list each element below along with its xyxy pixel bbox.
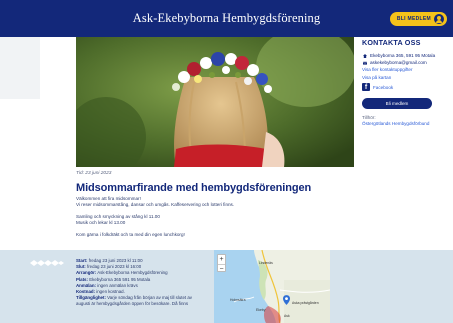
facebook-icon: f — [362, 83, 370, 91]
member-button-label: BLI MEDLEM — [396, 16, 431, 22]
article: Tid: 23 juni 2023 Midsommarfirande med h… — [76, 171, 361, 238]
detail-value: ingen anmälan krävs — [97, 282, 138, 288]
map-pin-icon[interactable] — [283, 295, 290, 305]
article-paragraph: Kom gärna i folkdräkt och ta med din ege… — [76, 232, 185, 237]
map-label: Ask — [284, 314, 290, 318]
location-map[interactable]: + − Lindenäs Holmsätra Ekeby Aska prästg… — [214, 250, 330, 323]
detail-label: Arrangör: — [76, 270, 97, 276]
article-body: Välkommen att fira midsommar! Vi reser m… — [76, 196, 361, 238]
contact-sidebar: KONTAKTA OSS Ekebyborna 365, 591 95 Mota… — [362, 38, 452, 127]
hero-image — [76, 37, 354, 167]
address-row: Ekebyborna 365, 591 95 Motala — [362, 52, 452, 59]
detail-value: augusti är hembygdsgården öppen för besö… — [76, 301, 189, 307]
detail-label: Slut: — [76, 264, 86, 270]
contact-title: KONTAKTA OSS — [362, 38, 421, 47]
detail-value: fredag 23 juni 2023 kl 11:00 — [88, 258, 143, 263]
email-text[interactable]: askekebyborna@gmail.com — [370, 60, 427, 65]
map-label: Ekeby — [256, 308, 266, 312]
user-icon — [434, 14, 444, 24]
detail-value: Ask-Ekebyborna Hembygdsförening — [97, 270, 168, 276]
more-contacts-link[interactable]: Visa fler kontaktuppgifter — [362, 66, 452, 74]
event-details: Start: fredag 23 juni 2023 kl 11:00 Slut… — [76, 258, 216, 308]
facebook-label: Facebook — [373, 85, 394, 90]
detail-value: fredag 23 juni 2023 kl 16:00 — [87, 264, 142, 270]
ornament-icon — [30, 260, 64, 266]
detail-value: Varje söndag från början av maj till slu… — [107, 295, 193, 301]
facebook-link[interactable]: f Facebook — [362, 83, 452, 93]
site-header: Ask-Ekebyborna Hembygdsförening BLI MEDL… — [0, 0, 453, 37]
event-date: Tid: 23 juni 2023 — [76, 171, 112, 176]
map-zoom-controls[interactable]: + − — [217, 254, 226, 273]
left-panel — [0, 37, 40, 99]
belongs-link[interactable]: Östergötlands Hembygdsförbund — [362, 121, 452, 127]
join-button[interactable]: Bli medlem — [362, 98, 432, 109]
detail-label: Start: — [76, 258, 88, 263]
detail-accessibility-cont: augusti är hembygdsgården öppen för besö… — [76, 301, 216, 307]
email-row: askekebyborna@gmail.com — [362, 59, 452, 66]
zoom-out-button[interactable]: − — [218, 264, 225, 273]
address-text: Ekebyborna 365, 591 95 Motala — [370, 53, 436, 58]
article-title: Midsommarfirande med hembygdsföreningen — [76, 182, 312, 194]
home-icon — [363, 53, 367, 58]
show-map-link[interactable]: Visa på kartan — [362, 74, 452, 82]
member-button[interactable]: BLI MEDLEM — [389, 12, 447, 26]
detail-label: Kostnad: — [76, 289, 96, 295]
detail-label: Plats: — [76, 276, 88, 282]
map-label: Lindenäs — [259, 261, 273, 265]
email-icon — [363, 61, 367, 65]
zoom-in-button[interactable]: + — [218, 255, 225, 264]
detail-value: ingen kostnad. — [96, 289, 125, 295]
detail-label: Tillgänglighet: — [76, 295, 106, 301]
detail-label: Anmälan: — [76, 282, 97, 288]
map-label: Aska prästgården — [292, 301, 319, 305]
detail-value: Ekebyborna 365 591 95 Motala — [89, 276, 151, 282]
site-title[interactable]: Ask-Ekebyborna Hembygdsförening — [0, 11, 453, 26]
map-label: Holmsätra — [230, 298, 246, 302]
